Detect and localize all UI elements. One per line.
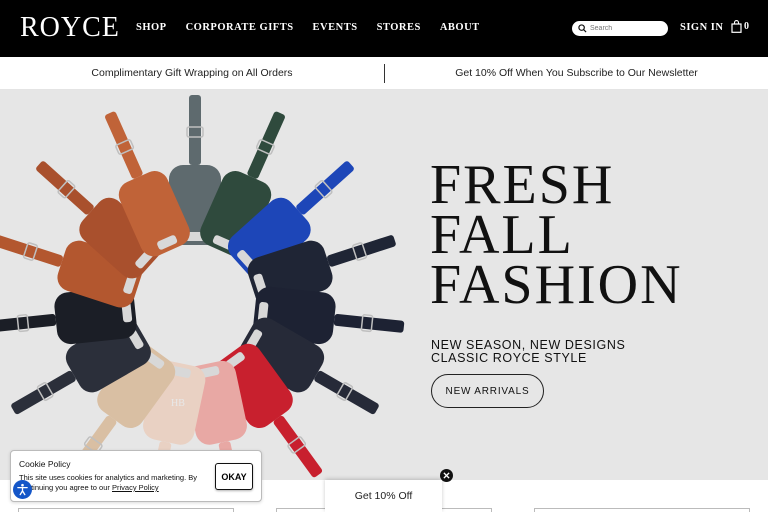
product-card-outline — [534, 508, 750, 512]
close-discount-button[interactable] — [440, 469, 453, 482]
royce-logo[interactable]: ROYCE — [20, 12, 120, 44]
promo-bar: Complimentary Gift Wrapping on All Order… — [0, 57, 768, 90]
privacy-policy-link[interactable]: Privacy Policy — [112, 483, 159, 492]
search-input[interactable] — [590, 25, 660, 32]
accessibility-button[interactable] — [13, 480, 32, 499]
nav-stores[interactable]: STORES — [377, 22, 421, 33]
product-card-outline — [18, 508, 234, 512]
cookie-banner: Cookie Policy This site uses cookies for… — [10, 450, 262, 502]
monogram-text: HB — [171, 398, 185, 409]
accessibility-icon — [17, 483, 28, 496]
hero-title-line: FASHION — [430, 254, 683, 316]
cart-button[interactable]: 0 — [731, 20, 749, 33]
hero-title-line: FALL — [430, 204, 574, 266]
hero-banner: HB FRESH FALL FASHION NEW SEASON, NEW DE… — [0, 90, 768, 480]
hero-title: FRESH FALL FASHION — [430, 154, 683, 316]
luggage-tag-wheel — [0, 95, 405, 480]
nav-about[interactable]: ABOUT — [440, 22, 480, 33]
hero-subtitle: NEW SEASON, NEW DESIGNS — [431, 338, 626, 352]
close-icon — [443, 472, 450, 479]
new-arrivals-button[interactable]: NEW ARRIVALS — [431, 374, 544, 408]
nav-shop[interactable]: SHOP — [136, 22, 167, 33]
hero-title-line: FRESH — [430, 154, 615, 216]
promo-newsletter[interactable]: Get 10% Off When You Subscribe to Our Ne… — [385, 67, 768, 79]
promo-gift-wrapping[interactable]: Complimentary Gift Wrapping on All Order… — [0, 67, 384, 79]
get-discount-tab[interactable]: Get 10% Off — [325, 480, 442, 512]
cart-count: 0 — [744, 21, 749, 32]
sign-in-link[interactable]: SIGN IN — [680, 22, 723, 33]
search-box[interactable] — [572, 21, 668, 36]
cookie-title: Cookie Policy — [19, 459, 71, 469]
main-nav: SHOP CORPORATE GIFTS EVENTS STORES ABOUT — [136, 22, 499, 33]
site-header: ROYCE SHOP CORPORATE GIFTS EVENTS STORES… — [0, 0, 768, 57]
nav-corporate-gifts[interactable]: CORPORATE GIFTS — [186, 22, 294, 33]
hero-subtitle-2: CLASSIC ROYCE STYLE — [431, 351, 587, 365]
cookie-text: This site uses cookies for analytics and… — [19, 473, 219, 493]
nav-events[interactable]: EVENTS — [313, 22, 358, 33]
cookie-okay-button[interactable]: OKAY — [215, 463, 253, 490]
cookie-message: This site uses cookies for analytics and… — [19, 473, 197, 492]
luggage-tags-image: HB — [0, 95, 405, 480]
shopping-bag-icon — [731, 20, 742, 33]
search-icon — [578, 24, 587, 33]
